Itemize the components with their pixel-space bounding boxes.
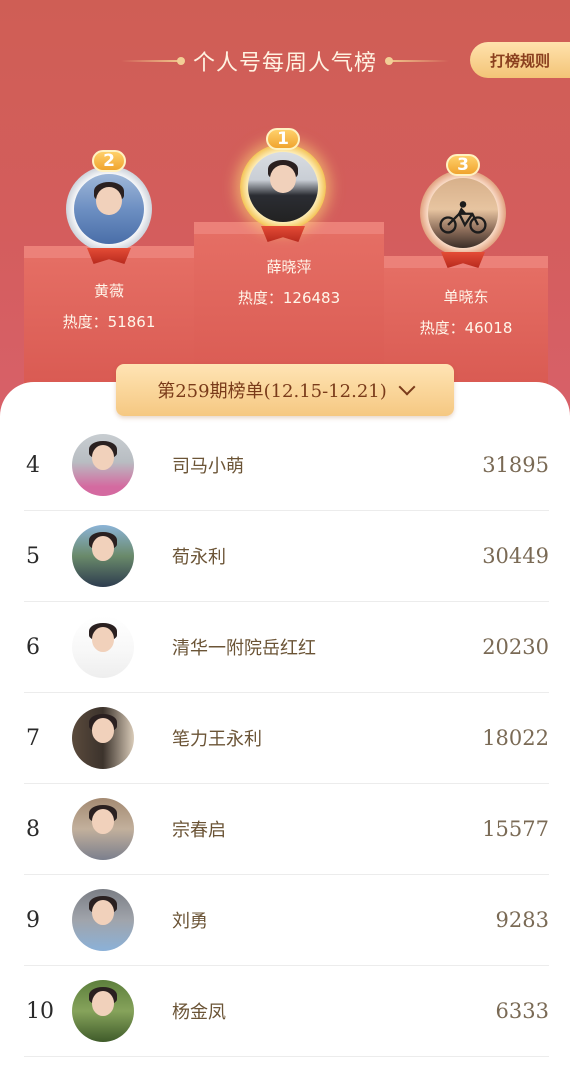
avatar-face bbox=[91, 991, 115, 1016]
ranking-row[interactable]: 4 司马小萌 31895 bbox=[24, 420, 549, 511]
ranking-row[interactable]: 6 清华一附院岳红红 20230 bbox=[24, 602, 549, 693]
avatar bbox=[72, 616, 134, 678]
cyclist-icon bbox=[439, 201, 487, 235]
user-name: 笔力王永利 bbox=[172, 729, 262, 750]
avatar-face bbox=[91, 900, 115, 925]
rank-badge: 3 bbox=[446, 154, 480, 176]
avatar-medal-second[interactable]: 2 bbox=[66, 150, 152, 264]
rank-number: 4 bbox=[26, 452, 40, 478]
ranking-list: 4 司马小萌 31895 5 荀永利 30449 6 清华一附院岳红红 2023… bbox=[24, 420, 549, 1057]
rank-number: 5 bbox=[26, 543, 40, 569]
avatar bbox=[72, 434, 134, 496]
avatar bbox=[74, 174, 144, 244]
avatar-face bbox=[91, 809, 115, 834]
avatar-face bbox=[96, 186, 122, 215]
rank-number: 10 bbox=[26, 998, 54, 1024]
heat-score: 31895 bbox=[482, 453, 549, 477]
period-selector[interactable]: 第259期榜单(12.15-12.21) bbox=[116, 364, 454, 416]
avatar bbox=[72, 980, 134, 1042]
chevron-down-icon bbox=[398, 378, 416, 396]
podium-heat: 热度：46018 bbox=[419, 319, 513, 337]
heat-score: 6333 bbox=[495, 999, 549, 1023]
ranking-row[interactable]: 8 宗春启 15577 bbox=[24, 784, 549, 875]
podium-name: 黄薇 bbox=[93, 282, 124, 300]
avatar bbox=[428, 178, 498, 248]
podium-heat: 热度：126483 bbox=[237, 289, 341, 307]
avatar bbox=[248, 152, 318, 222]
ranking-row[interactable]: 9 刘勇 9283 bbox=[24, 875, 549, 966]
user-name: 宗春启 bbox=[172, 820, 226, 841]
podium-name: 单晓东 bbox=[443, 288, 489, 306]
ranking-row[interactable]: 7 笔力王永利 18022 bbox=[24, 693, 549, 784]
rank-badge: 2 bbox=[92, 150, 126, 172]
heat-score: 18022 bbox=[482, 726, 549, 750]
heat-score: 9283 bbox=[495, 908, 549, 932]
rank-number: 9 bbox=[26, 907, 40, 933]
avatar bbox=[72, 889, 134, 951]
rank-number: 6 bbox=[26, 634, 40, 660]
user-name: 杨金凤 bbox=[172, 1002, 226, 1023]
avatar bbox=[72, 798, 134, 860]
user-name: 司马小萌 bbox=[172, 456, 244, 477]
heat-score: 20230 bbox=[482, 635, 549, 659]
avatar bbox=[72, 707, 134, 769]
avatar-face bbox=[91, 627, 115, 652]
user-name: 清华一附院岳红红 bbox=[172, 638, 316, 659]
page-title: 个人号每周人气榜 bbox=[192, 51, 377, 76]
user-name: 刘勇 bbox=[172, 911, 208, 932]
title-divider-right bbox=[385, 57, 449, 65]
avatar-face bbox=[91, 718, 115, 743]
title-divider-left bbox=[120, 57, 185, 65]
ranking-row[interactable]: 5 荀永利 30449 bbox=[24, 511, 549, 602]
avatar-medal-first[interactable]: 1 bbox=[240, 128, 326, 242]
avatar-face bbox=[91, 445, 115, 470]
user-name: 荀永利 bbox=[172, 547, 226, 568]
rank-number: 7 bbox=[26, 725, 40, 751]
period-label: 第259期榜单(12.15-12.21) bbox=[157, 381, 387, 402]
heat-score: 15577 bbox=[482, 817, 549, 841]
avatar bbox=[72, 525, 134, 587]
avatar-face bbox=[91, 536, 115, 561]
ranking-row[interactable]: 10 杨金凤 6333 bbox=[24, 966, 549, 1057]
heat-score: 30449 bbox=[482, 544, 549, 568]
avatar-face bbox=[270, 164, 296, 193]
podium-heat: 热度：51861 bbox=[62, 313, 156, 331]
rules-button[interactable]: 打榜规则 bbox=[470, 42, 570, 78]
podium-name: 薛晓萍 bbox=[266, 258, 312, 276]
rank-number: 8 bbox=[26, 816, 40, 842]
rank-badge: 1 bbox=[266, 128, 300, 150]
avatar-medal-third[interactable]: 3 bbox=[420, 154, 506, 268]
